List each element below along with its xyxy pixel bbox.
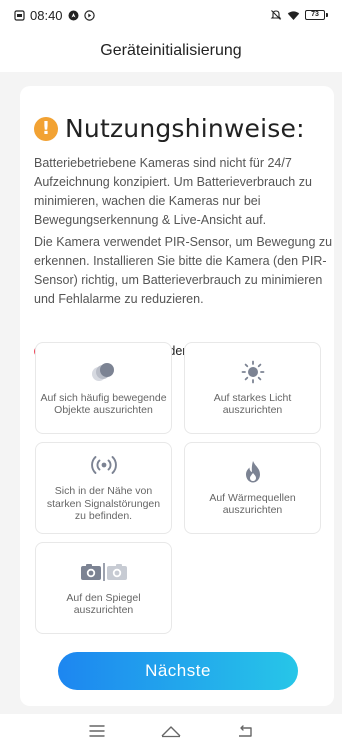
warning-icon: ! — [34, 116, 58, 141]
avoid-item-moving-objects: Auf sich häufig bewegende Objekte auszur… — [35, 342, 172, 434]
cast-icon — [83, 9, 95, 21]
sun-icon — [241, 360, 265, 384]
avoid-item-label: Auf den Spiegel auszurichten — [66, 591, 141, 617]
notice-title: ! Nutzungshinweise: — [34, 114, 305, 143]
home-icon[interactable] — [151, 719, 191, 743]
mute-icon — [270, 9, 282, 21]
menu-icon[interactable] — [77, 719, 117, 743]
mirror-camera-icon — [80, 560, 128, 584]
avoid-item-strong-light: Auf starkes Licht auszurichten — [184, 342, 321, 434]
flame-icon — [243, 460, 263, 484]
status-time: 08:40 — [30, 7, 63, 23]
status-bar-right: 73 — [270, 9, 328, 21]
avoid-item-label: Auf starkes Licht auszurichten — [213, 391, 292, 417]
system-navigation-bar — [0, 714, 342, 747]
navigation-icon — [68, 10, 79, 21]
avoid-item-label: Sich in der Nähe von starken Signalstöru… — [46, 485, 161, 523]
notification-icon — [14, 9, 25, 21]
status-bar-left: 08:40 — [14, 8, 95, 23]
next-button[interactable]: Nächste — [58, 652, 298, 690]
avoid-item-label: Auf Wärmequellen auszurichten — [209, 491, 296, 517]
notice-paragraph-battery: Batteriebetriebene Kameras sind nicht fü… — [34, 156, 312, 227]
page-header: Geräteinitialisierung — [0, 30, 342, 72]
avoid-item-mirror: Auf den Spiegel auszurichten — [35, 542, 172, 634]
notice-title-text: Nutzungshinweise: — [65, 114, 305, 143]
avoid-item-label: Auf sich häufig bewegende Objekte auszur… — [40, 391, 167, 417]
battery-icon: 73 — [305, 10, 328, 20]
signal-interference-icon — [89, 453, 119, 477]
avoid-item-heat-sources: Auf Wärmequellen auszurichten — [184, 442, 321, 534]
page-title: Geräteinitialisierung — [100, 42, 242, 59]
moving-objects-icon — [90, 360, 118, 384]
usage-notice-card: ! Nutzungshinweise: Batteriebetriebene K… — [20, 86, 334, 706]
battery-level: 73 — [305, 10, 325, 20]
status-bar: 08:40 73 — [0, 0, 342, 30]
back-icon[interactable] — [225, 719, 265, 743]
wifi-icon — [287, 10, 300, 21]
avoid-item-signal-interference: Sich in der Nähe von starken Signalstöru… — [35, 442, 172, 534]
notice-paragraph-pir: Die Kamera verwendet PIR-Sensor, um Bewe… — [34, 235, 333, 306]
